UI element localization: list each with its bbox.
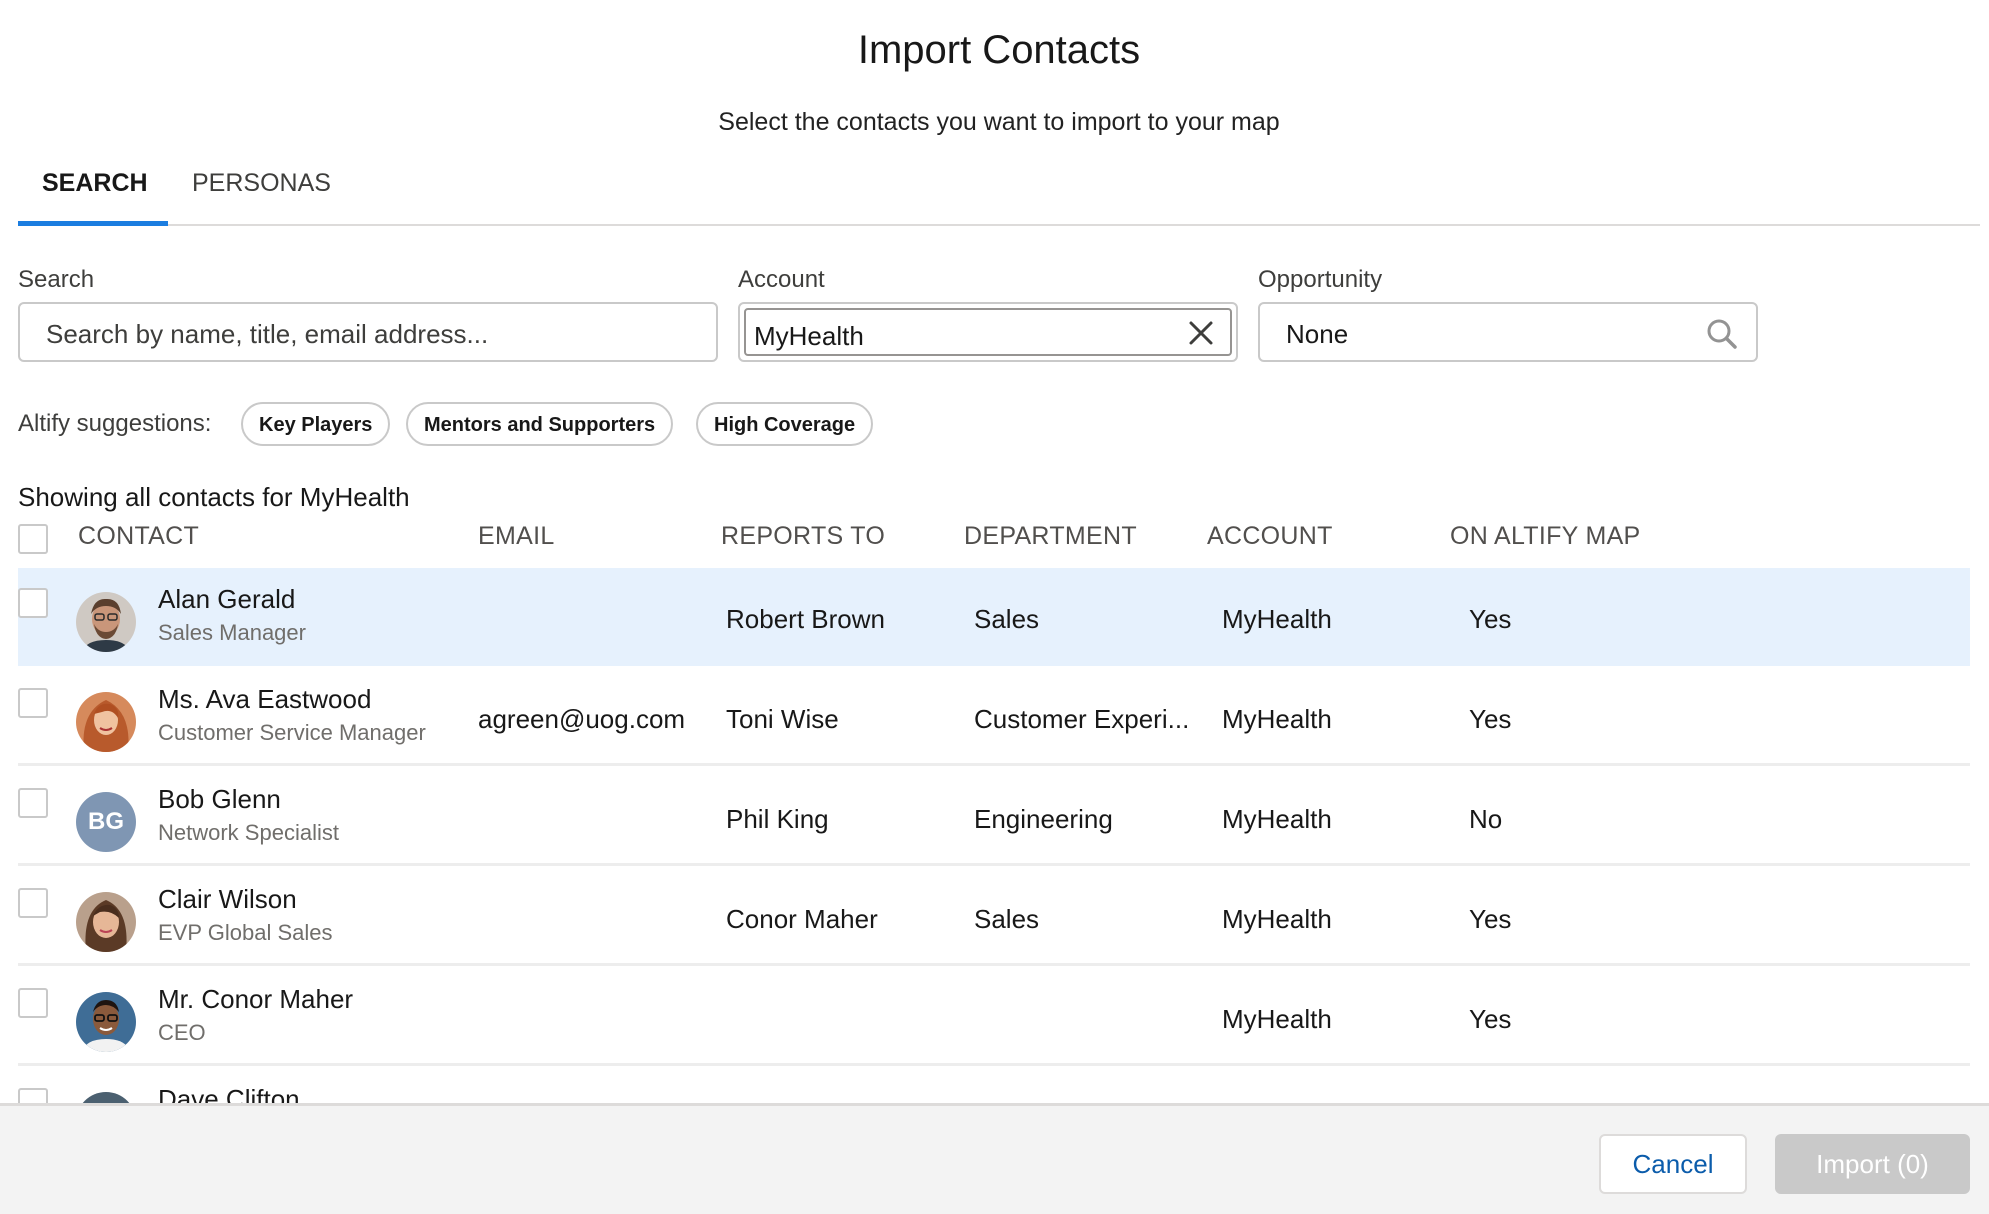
search-icon[interactable] [1706, 318, 1738, 350]
column-header-email: EMAIL [478, 522, 555, 550]
department: Sales [974, 604, 1040, 634]
account: MyHealth [1222, 704, 1332, 734]
cancel-button[interactable]: Cancel [1599, 1134, 1747, 1194]
contact-name: Mr. Conor Maher [158, 984, 354, 1014]
column-header-department: DEPARTMENT [964, 522, 1137, 550]
search-label: Search [18, 266, 95, 293]
search-input[interactable]: Search by name, title, email address... [18, 302, 718, 362]
tab-personas[interactable]: PERSONAS [192, 160, 331, 222]
reports-to: Robert Brown [726, 604, 885, 634]
modal-subtitle: Select the contacts you want to import t… [718, 108, 1280, 136]
showing-text: Showing all contacts for MyHealth [18, 482, 410, 512]
account: MyHealth [1222, 804, 1332, 834]
reports-to: Phil King [726, 804, 829, 834]
column-header-reports-to: REPORTS TO [721, 522, 886, 550]
suggestion-mentors-supporters[interactable]: Mentors and Supporters [406, 402, 674, 446]
on-altify-map: No [1469, 804, 1503, 834]
opportunity-field[interactable]: None [1258, 302, 1758, 362]
contact-name: Ms. Ava Eastwood [158, 684, 372, 714]
avatar [76, 992, 136, 1052]
row-checkbox[interactable] [18, 888, 48, 918]
search-placeholder: Search by name, title, email address... [46, 319, 489, 349]
department: Customer Experi... [974, 704, 1190, 734]
reports-to: Conor Maher [726, 904, 878, 934]
column-header-account: ACCOUNT [1207, 522, 1333, 550]
suggestions-label: Altify suggestions: [18, 410, 212, 437]
account-label: Account [738, 266, 825, 293]
tab-search[interactable]: SEARCH [42, 160, 148, 222]
close-icon[interactable] [1188, 320, 1214, 346]
department: Engineering [974, 804, 1113, 834]
account: MyHealth [1222, 604, 1332, 634]
contact-name: Bob Glenn [158, 784, 281, 814]
avatar [76, 892, 136, 952]
account: MyHealth [1222, 1004, 1332, 1034]
table-row[interactable]: Alan Gerald Sales Manager Robert Brown S… [18, 568, 1970, 666]
avatar [76, 592, 136, 652]
row-checkbox[interactable] [18, 788, 48, 818]
reports-to: Toni Wise [726, 704, 839, 734]
department: Sales [974, 904, 1040, 934]
contact-name: Alan Gerald [158, 584, 296, 614]
contact-name: Clair Wilson [158, 884, 297, 914]
contact-title: Customer Service Manager [158, 720, 426, 745]
on-altify-map: Yes [1469, 604, 1512, 634]
contact-title: CEO [158, 1020, 206, 1045]
column-header-on-altify-map: ON ALTIFY MAP [1450, 522, 1641, 550]
avatar [76, 692, 136, 752]
suggestion-key-players[interactable]: Key Players [241, 402, 391, 446]
import-button[interactable]: Import (0) [1775, 1134, 1970, 1194]
opportunity-label: Opportunity [1258, 266, 1383, 293]
row-checkbox[interactable] [18, 688, 48, 718]
table-row[interactable]: Clair Wilson EVP Global Sales Conor Mahe… [18, 868, 1970, 966]
account-value: MyHealth [754, 321, 864, 351]
avatar: BG [76, 792, 136, 852]
column-header-contact: CONTACT [78, 522, 200, 550]
import-contacts-modal: Import Contacts Select the contacts you … [0, 0, 1989, 1214]
row-checkbox[interactable] [18, 588, 48, 618]
contact-title: Network Specialist [158, 820, 339, 845]
on-altify-map: Yes [1469, 704, 1512, 734]
opportunity-value: None [1286, 319, 1349, 349]
select-all-checkbox[interactable] [18, 524, 48, 554]
contact-email[interactable]: agreen@uog.com [478, 704, 685, 735]
tab-bar: SEARCH PERSONAS [18, 160, 1980, 226]
row-checkbox[interactable] [18, 988, 48, 1018]
table-row[interactable]: Mr. Conor Maher CEO MyHealth Yes [18, 968, 1970, 1066]
contact-title: Sales Manager [158, 620, 306, 645]
table-row[interactable]: BG Bob Glenn Network Specialist Phil Kin… [18, 768, 1970, 866]
on-altify-map: Yes [1469, 1004, 1512, 1034]
on-altify-map: Yes [1469, 904, 1512, 934]
contact-title: EVP Global Sales [158, 920, 333, 945]
active-tab-indicator [18, 221, 168, 226]
table-row[interactable]: Ms. Ava Eastwood Customer Service Manage… [18, 668, 1970, 766]
account-field[interactable]: MyHealth [738, 302, 1238, 362]
account: MyHealth [1222, 904, 1332, 934]
modal-footer: Cancel Import (0) [0, 1103, 1989, 1214]
modal-title: Import Contacts [857, 28, 1141, 72]
suggestion-high-coverage[interactable]: High Coverage [696, 402, 874, 446]
